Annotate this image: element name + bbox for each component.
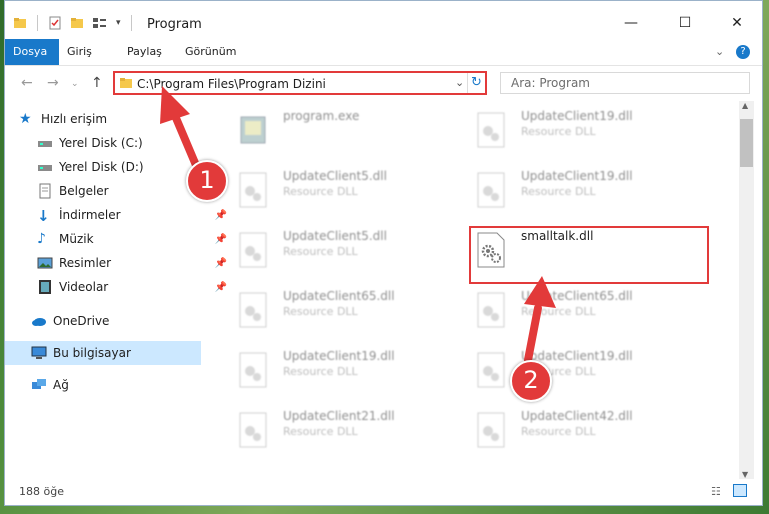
annotation-arrows	[160, 86, 556, 364]
step-badge-2: 2	[510, 360, 552, 402]
step-badge-1: 1	[186, 160, 228, 202]
arrow-to-smalltalk	[524, 276, 556, 364]
arrow-to-address-bar	[160, 86, 202, 174]
